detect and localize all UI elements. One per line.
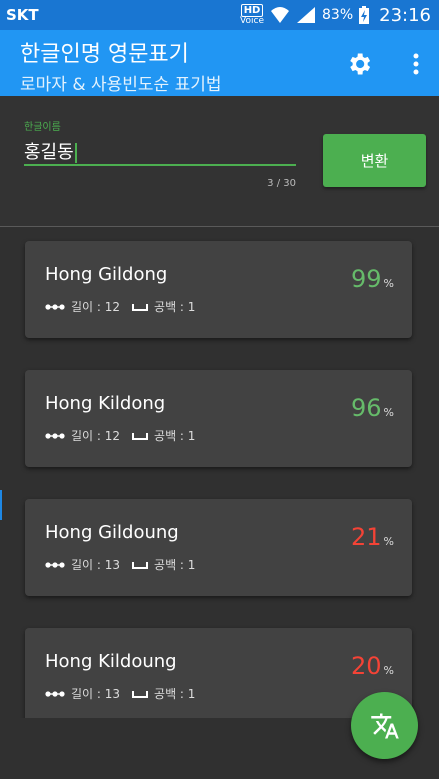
status-icons: HD Voice 83% 23:16 — [240, 4, 431, 26]
frequency-score: 20% — [351, 652, 394, 680]
space-label: 공백 : 1 — [154, 300, 196, 314]
length-icon — [45, 690, 65, 697]
char-counter: 3 / 30 — [267, 178, 296, 189]
result-list[interactable]: Hong Gildong 99% 길이 : 12 공백 : 1 Hong Kil… — [0, 227, 439, 718]
length-label: 길이 : 13 — [71, 687, 121, 701]
result-card[interactable]: Hong Gildong 99% 길이 : 12 공백 : 1 — [25, 241, 412, 338]
more-vert-icon[interactable] — [411, 52, 421, 76]
frequency-score: 99% — [351, 265, 394, 293]
score-unit: % — [383, 406, 394, 419]
score-value: 21 — [351, 523, 382, 551]
length-icon — [45, 432, 65, 439]
korean-name-value: 홍길동 — [24, 142, 74, 163]
space-bar-icon — [132, 690, 149, 698]
length-label: 길이 : 12 — [71, 300, 121, 314]
clock: 23:16 — [379, 4, 431, 26]
battery-percent: 83% — [322, 7, 354, 23]
gear-icon[interactable] — [345, 50, 373, 78]
score-unit: % — [383, 535, 394, 548]
carrier-label: SKT — [6, 6, 39, 24]
app-title: 한글인명 영문표기 — [20, 42, 189, 67]
voice-label: Voice — [240, 16, 264, 26]
result-card[interactable]: Hong Gildoung 21% 길이 : 13 공백 : 1 — [25, 499, 412, 596]
hd-voice-icon: HD Voice — [240, 4, 264, 26]
space-bar-icon — [132, 561, 149, 569]
signal-icon — [297, 7, 315, 23]
romanized-name: Hong Kildoung — [45, 651, 177, 672]
score-value: 99 — [351, 265, 382, 293]
wifi-icon — [271, 7, 289, 23]
app-bar: 한글인명 영문표기 로마자 & 사용빈도순 표기법 — [0, 30, 439, 96]
romanized-name: Hong Gildoung — [45, 522, 179, 543]
translate-icon — [370, 713, 399, 738]
name-stats: 길이 : 13 공백 : 1 — [45, 556, 195, 573]
length-label: 길이 : 13 — [71, 558, 121, 572]
frequency-score: 96% — [351, 394, 394, 422]
space-label: 공백 : 1 — [154, 429, 196, 443]
result-card[interactable]: Hong Kildong 96% 길이 : 12 공백 : 1 — [25, 370, 412, 467]
name-field-label: 한글이름 — [24, 122, 61, 133]
status-bar: SKT HD Voice 83% 23:16 — [0, 0, 439, 30]
space-bar-icon — [132, 303, 149, 311]
translate-fab[interactable] — [351, 692, 418, 759]
length-icon — [45, 303, 65, 310]
name-stats: 길이 : 12 공백 : 1 — [45, 427, 195, 444]
result-card[interactable]: Hong Kildoung 20% 길이 : 13 공백 : 1 — [25, 628, 412, 718]
score-unit: % — [383, 664, 394, 677]
app-subtitle: 로마자 & 사용빈도순 표기법 — [20, 75, 222, 95]
space-label: 공백 : 1 — [154, 687, 196, 701]
name-stats: 길이 : 13 공백 : 1 — [45, 685, 195, 702]
text-caret — [74, 143, 77, 163]
score-value: 20 — [351, 652, 382, 680]
romanized-name: Hong Kildong — [45, 393, 166, 414]
convert-button[interactable]: 변환 — [323, 134, 426, 187]
space-bar-icon — [132, 432, 149, 440]
name-stats: 길이 : 12 공백 : 1 — [45, 298, 195, 315]
score-unit: % — [383, 277, 394, 290]
battery-charging-icon — [359, 6, 370, 24]
frequency-score: 21% — [351, 523, 394, 551]
space-label: 공백 : 1 — [154, 558, 196, 572]
length-icon — [45, 561, 65, 568]
input-section: 한글이름 홍길동 3 / 30 변환 — [0, 96, 439, 227]
score-value: 96 — [351, 394, 382, 422]
romanized-name: Hong Gildong — [45, 264, 168, 285]
length-label: 길이 : 12 — [71, 429, 121, 443]
korean-name-input[interactable]: 홍길동 — [24, 138, 296, 166]
